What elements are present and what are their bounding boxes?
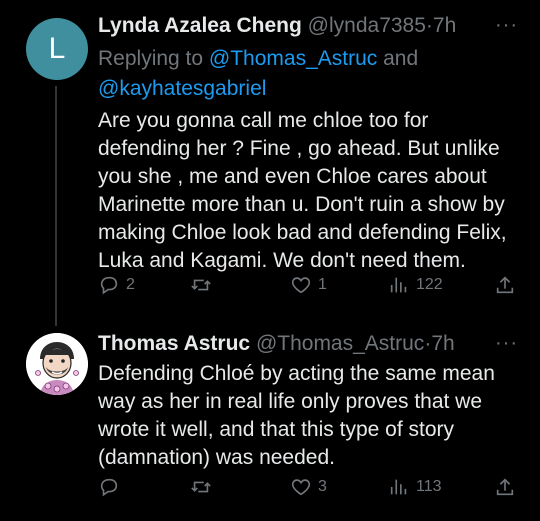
view-count: 113	[416, 478, 442, 495]
retweet-icon	[191, 481, 211, 493]
cartoon-avatar-icon	[26, 333, 88, 395]
user-handle[interactable]: @lynda7385	[308, 14, 426, 37]
display-name[interactable]: Thomas Astruc	[98, 332, 250, 355]
more-options-icon[interactable]: ···	[495, 332, 518, 355]
timestamp[interactable]: 7h	[433, 14, 456, 37]
retweet-button[interactable]	[190, 476, 218, 498]
heart-icon	[291, 479, 311, 496]
like-button[interactable]: 3	[290, 476, 327, 498]
tweet-text: Defending Chloé by acting the same mean …	[98, 362, 495, 469]
reply-button[interactable]: 2	[98, 274, 135, 296]
heart-icon	[291, 277, 311, 294]
share-icon	[496, 276, 514, 294]
avatar[interactable]: L	[26, 18, 88, 80]
avatar-letter: L	[48, 32, 66, 65]
views-button[interactable]: 113	[388, 476, 442, 498]
separator-dot: ·	[425, 14, 433, 37]
like-button[interactable]: 1	[290, 274, 327, 296]
action-bar: 2 1 122	[98, 274, 518, 302]
share-button[interactable]	[494, 476, 516, 498]
tweet[interactable]: Thomas Astruc @Thomas_Astruc·7h ··· Defe…	[0, 316, 540, 521]
display-name[interactable]: Lynda Azalea Cheng	[98, 14, 302, 37]
mention-link[interactable]: @Thomas_Astruc	[209, 47, 377, 70]
tweet[interactable]: L Lynda Azalea Cheng @lynda7385·7h ··· R…	[0, 0, 540, 326]
replying-to: Replying to @Thomas_Astruc and @kayhates…	[98, 44, 418, 104]
like-count: 1	[318, 276, 327, 293]
user-handle[interactable]: @Thomas_Astruc	[256, 332, 424, 355]
retweet-button[interactable]	[190, 274, 218, 296]
action-bar: 3 113	[98, 476, 518, 504]
tweet-text: Are you gonna call me chloe too for defe…	[98, 109, 507, 272]
tweet-header: Thomas Astruc @Thomas_Astruc·7h	[98, 332, 455, 356]
reply-button[interactable]	[98, 476, 126, 498]
views-icon	[390, 479, 407, 495]
retweet-icon	[191, 279, 211, 291]
views-icon	[390, 277, 407, 293]
reply-icon	[100, 478, 118, 497]
more-options-icon[interactable]: ···	[495, 14, 518, 37]
tweet-header: Lynda Azalea Cheng @lynda7385·7h	[98, 14, 456, 38]
timestamp[interactable]: 7h	[431, 332, 454, 355]
thread-line	[55, 86, 57, 326]
like-count: 3	[318, 478, 327, 495]
share-icon	[496, 478, 514, 496]
mention-link[interactable]: @kayhatesgabriel	[98, 77, 266, 100]
views-button[interactable]: 122	[388, 274, 443, 296]
replying-to-and: and	[377, 47, 419, 70]
view-count: 122	[416, 276, 443, 293]
reply-icon	[100, 276, 118, 295]
share-button[interactable]	[494, 274, 516, 296]
avatar[interactable]	[26, 333, 88, 395]
reply-count: 2	[126, 276, 135, 293]
replying-to-label: Replying to	[98, 47, 209, 70]
